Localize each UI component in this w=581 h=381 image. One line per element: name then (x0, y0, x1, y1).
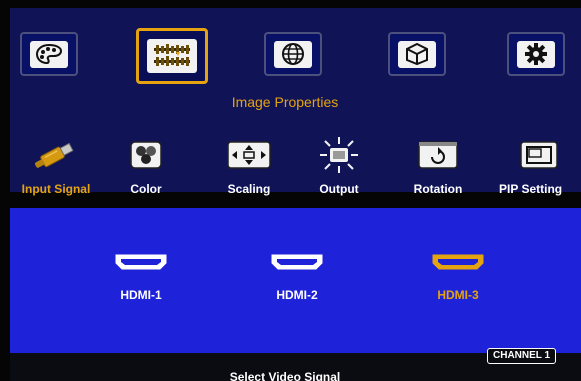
category-globe[interactable] (264, 32, 322, 76)
scaling-arrows-icon (216, 136, 282, 174)
category-image-properties[interactable] (136, 28, 208, 84)
tab-pip-setting[interactable]: PIP Setting (497, 136, 581, 196)
osd-screen: Image Properties Input Signal Color Scal… (0, 0, 581, 381)
status-message: Select Video Signal (229, 370, 341, 381)
hdmi-port-icon (96, 252, 186, 276)
hdmi-cable-icon (10, 136, 102, 174)
tab-rotation[interactable]: Rotation (400, 136, 476, 196)
input-hdmi-2[interactable]: HDMI-2 (252, 252, 342, 302)
3d-cube-icon (398, 40, 436, 68)
input-hdmi-3[interactable]: HDMI-3 (413, 252, 503, 302)
category-3d[interactable] (388, 32, 446, 76)
hdmi-port-icon (413, 252, 503, 276)
main-menu-panel: Image Properties Input Signal Color Scal… (0, 0, 581, 196)
image-properties-icon (147, 39, 197, 73)
gear-icon (517, 40, 555, 68)
globe-icon (274, 40, 312, 68)
hdmi-port-icon (252, 252, 342, 276)
status-bar: Select Video Signal CHANNEL 1 (0, 348, 581, 381)
output-burst-icon (304, 136, 374, 174)
category-palette[interactable] (20, 32, 78, 76)
palette-icon (30, 40, 68, 68)
input-signal-panel: HDMI-1 HDMI-2 HDMI-3 (0, 208, 581, 353)
color-rgb-icon (118, 136, 174, 174)
channel-badge: CHANNEL 1 (487, 348, 557, 364)
tab-input-signal[interactable]: Input Signal (10, 136, 102, 196)
rotation-icon (400, 136, 476, 174)
tab-scaling[interactable]: Scaling (216, 136, 282, 196)
category-settings[interactable] (507, 32, 565, 76)
screen-bezel-top (0, 0, 581, 8)
pip-window-icon (497, 136, 581, 174)
active-category-title: Image Properties (231, 94, 339, 110)
input-hdmi-1[interactable]: HDMI-1 (96, 252, 186, 302)
tab-output[interactable]: Output (304, 136, 374, 196)
tab-color[interactable]: Color (118, 136, 174, 196)
screen-bezel-left (0, 0, 10, 381)
